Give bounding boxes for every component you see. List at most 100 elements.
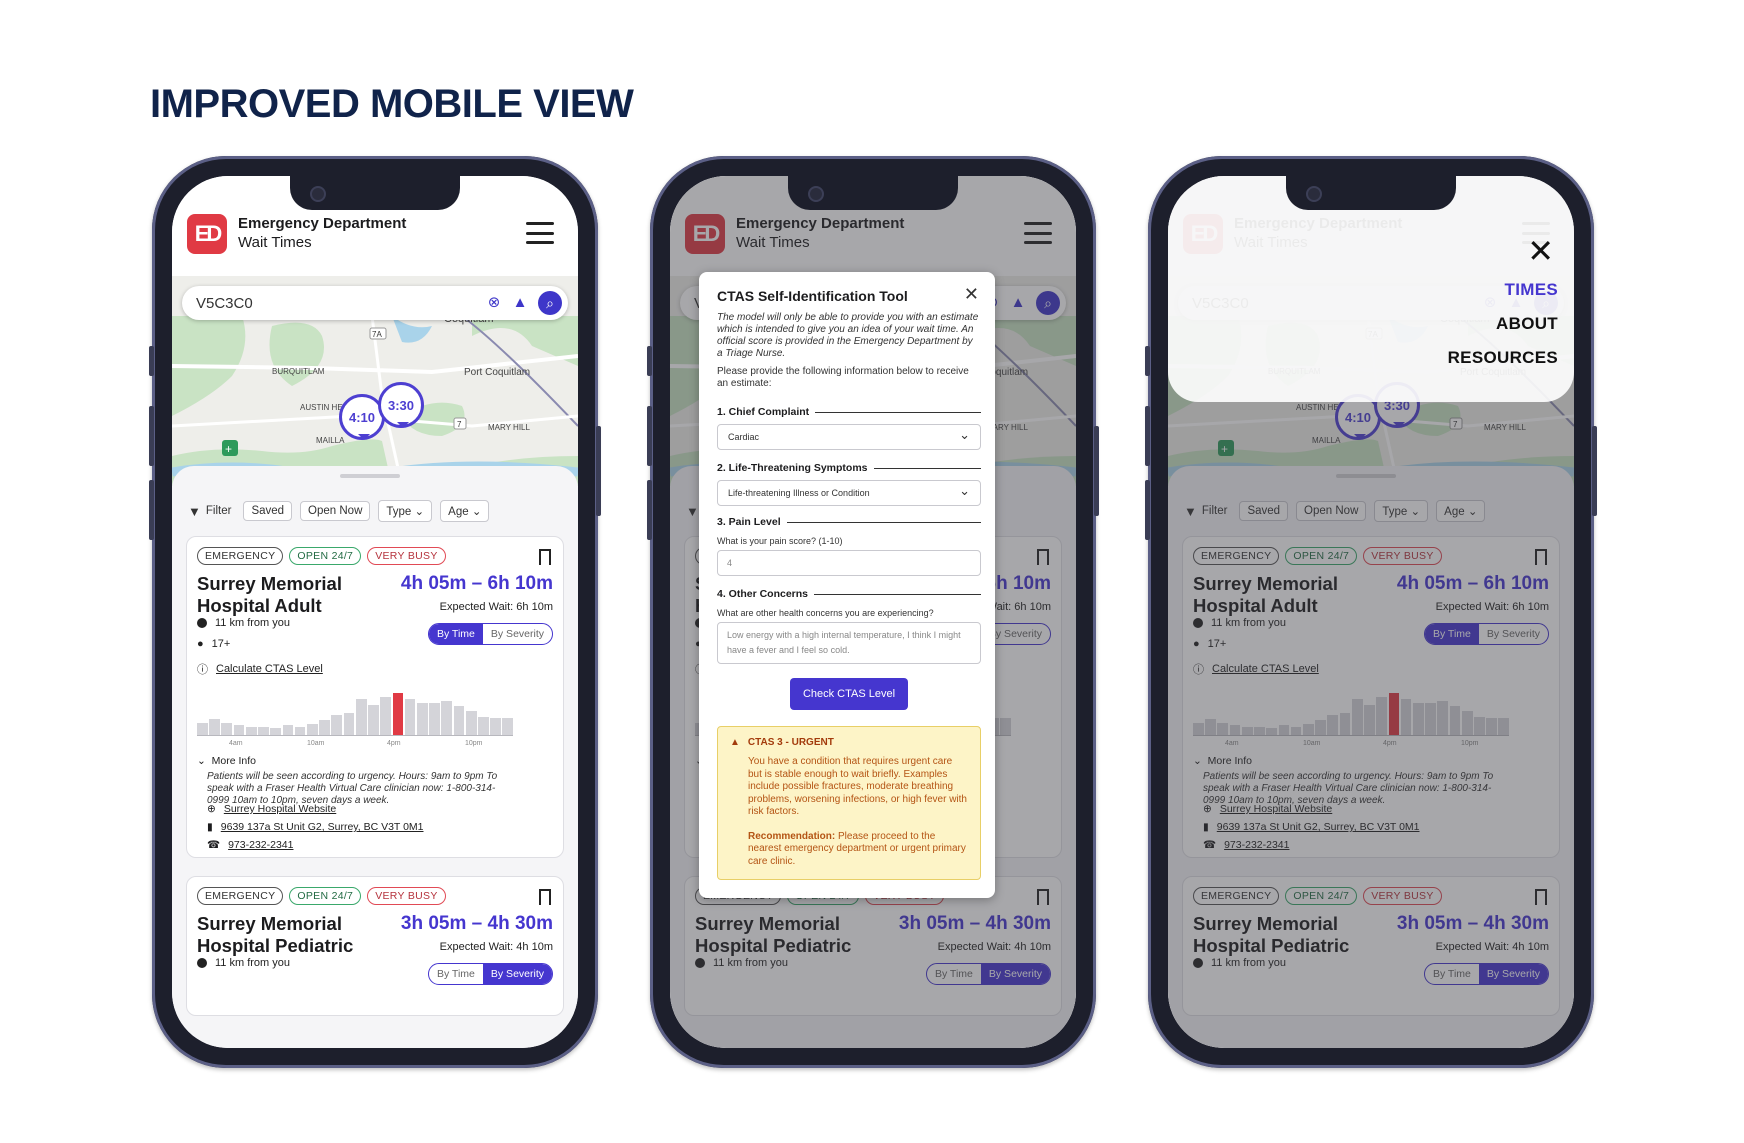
app-logo[interactable]: ED [187,214,227,254]
busyness-bar [197,723,208,735]
sort-by-time-button[interactable]: By Time [428,624,483,644]
modal-instruction: Please provide the following information… [717,366,969,389]
busyness-bar [319,720,330,735]
phone-link[interactable]: 973-232-2341 [228,839,293,851]
type-label: Type [386,506,412,518]
sort-by-severity-button[interactable]: By Severity [483,624,552,644]
menu-item-about[interactable]: ABOUT [1496,314,1558,334]
busyness-bar [282,725,294,735]
modal-intro: The model will only be able to provide y… [717,312,979,359]
saved-chip[interactable]: Saved [243,501,293,521]
age-dropdown[interactable]: Age ⌄ [440,500,490,522]
camera-icon [1306,186,1322,202]
phone-mockup: ED Emergency Department Wait Times BURQU… [149,156,601,1068]
phone-screen: ED Emergency Department Wait Times BURQU… [1168,176,1574,1048]
filter-button[interactable]: ▼ Filter [188,504,231,519]
sort-by-time-button[interactable]: By Time [429,964,483,984]
tag-busy: VERY BUSY [367,547,446,565]
busyness-bar [404,699,416,735]
sort-by-severity-button[interactable]: By Severity [482,964,552,984]
tag-emergency: EMERGENCY [197,887,284,905]
distance-row: 11 km from you [197,957,290,969]
location-pin-icon [197,618,207,628]
hospital-card[interactable]: EMERGENCY OPEN 24/7 VERY BUSY Surrey Mem… [186,536,564,858]
tag-row: EMERGENCY OPEN 24/7 VERY BUSY [197,547,446,565]
busyness-bar [478,717,489,735]
ctas-row[interactable]: ⓘ Calculate CTAS Level [197,661,323,677]
concerns-question: What are other health concerns you are e… [717,608,934,618]
symptoms-select[interactable]: Life-threatening Illness or Condition [717,480,981,506]
bookmark-icon[interactable] [539,549,551,570]
expected-wait: Expected Wait: 6h 10m [439,601,553,613]
close-icon[interactable]: ✕ [964,284,979,305]
tick-label: 10pm [465,740,483,747]
map-route-7a: 7A [372,330,382,339]
phone-notch [290,176,460,210]
clear-icon[interactable]: ⊗ [484,293,504,313]
map-label-austin: AUSTIN HE [300,403,343,412]
wait-range: 3h 05m – 4h 30m [400,913,553,934]
busyness-bar [258,727,269,735]
hospital-card[interactable]: EMERGENCY OPEN 24/7 VERY BUSY Surrey Mem… [186,876,564,1016]
result-recommendation: Recommendation: Please proceed to the ne… [730,831,968,869]
expected-wait: Expected Wait: 4h 10m [439,941,553,953]
chart-axis [197,735,513,736]
busyness-bar [368,705,379,735]
hospital-name: Surrey Memorial Hospital Adult [197,573,342,616]
section-chief-complaint: 1. Chief Complaint [717,406,981,418]
type-dropdown[interactable]: Type ⌄ [378,500,433,522]
filter-label: Filter [205,505,232,517]
hamburger-menu-icon[interactable] [526,222,554,244]
tag-emergency: EMERGENCY [197,547,284,565]
chief-complaint-select[interactable]: Cardiac [717,424,981,450]
busyness-bar [355,699,367,735]
search-input[interactable] [196,292,436,314]
more-info-toggle[interactable]: ⌄ More Info [197,755,256,767]
concerns-textarea[interactable]: Low energy with a high internal temperat… [717,622,981,664]
map-label-mailla: MAILLA [316,436,345,445]
tag-open: OPEN 24/7 [289,887,362,905]
busyness-bar [209,719,220,735]
drag-handle[interactable] [340,474,400,478]
busyness-bar [331,715,343,735]
search-icon[interactable]: ⌕ [538,291,562,315]
close-icon[interactable]: ✕ [1527,232,1554,270]
locate-icon[interactable]: ▲ [510,293,530,313]
address-link[interactable]: 9639 137a St Unit G2, Surrey, BC V3T 0M1 [221,821,424,833]
menu-item-times[interactable]: TIMES [1505,280,1558,300]
section-label: 2. Life-Threatening Symptoms [717,462,868,474]
busyness-bar [465,711,477,735]
section-pain: 3. Pain Level [717,516,981,528]
phone-row[interactable]: ☎ 973-232-2341 [207,839,293,851]
camera-icon [808,186,824,202]
menu-item-resources[interactable]: RESOURCES [1448,348,1558,368]
open-now-chip[interactable]: Open Now [300,501,371,521]
pain-score-input[interactable]: 4 [717,550,981,576]
tag-busy: VERY BUSY [367,887,446,905]
map-label-mary-hill: MARY HILL [488,423,530,432]
results-sheet: ▼ Filter Saved Open Now Type ⌄ Age ⌄ EMER… [172,466,578,1048]
calculate-ctas-link[interactable]: Calculate CTAS Level [216,663,323,675]
app-title-line2: Wait Times [238,234,312,251]
camera-icon [310,186,326,202]
filter-icon: ▼ [188,503,201,519]
map-wait-pin[interactable]: 3:30 [378,382,424,428]
website-link[interactable]: Surrey Hospital Website [224,803,336,815]
distance-text: 11 km from you [215,957,290,969]
bookmark-icon[interactable] [539,889,551,910]
busyness-bar [343,713,355,735]
phone-notch [788,176,958,210]
section-symptoms: 2. Life-Threatening Symptoms [717,462,981,474]
website-row[interactable]: ⊕ Surrey Hospital Website [207,803,336,815]
section-label: 4. Other Concerns [717,588,809,600]
age-text: 17+ [211,638,231,650]
app-title-line1: Emergency Department [238,215,407,232]
tick-label: 10am [307,740,325,747]
modal-title: CTAS Self-Identification Tool [717,288,908,304]
check-ctas-button[interactable]: Check CTAS Level [790,678,908,710]
globe-icon: ⊕ [207,803,216,815]
ctas-result: ▲ CTAS 3 - URGENT You have a condition th… [717,726,981,880]
busyness-bar [245,727,257,735]
result-title: CTAS 3 - URGENT [747,737,834,748]
address-row[interactable]: ▮ 9639 137a St Unit G2, Surrey, BC V3T 0M… [207,821,424,833]
